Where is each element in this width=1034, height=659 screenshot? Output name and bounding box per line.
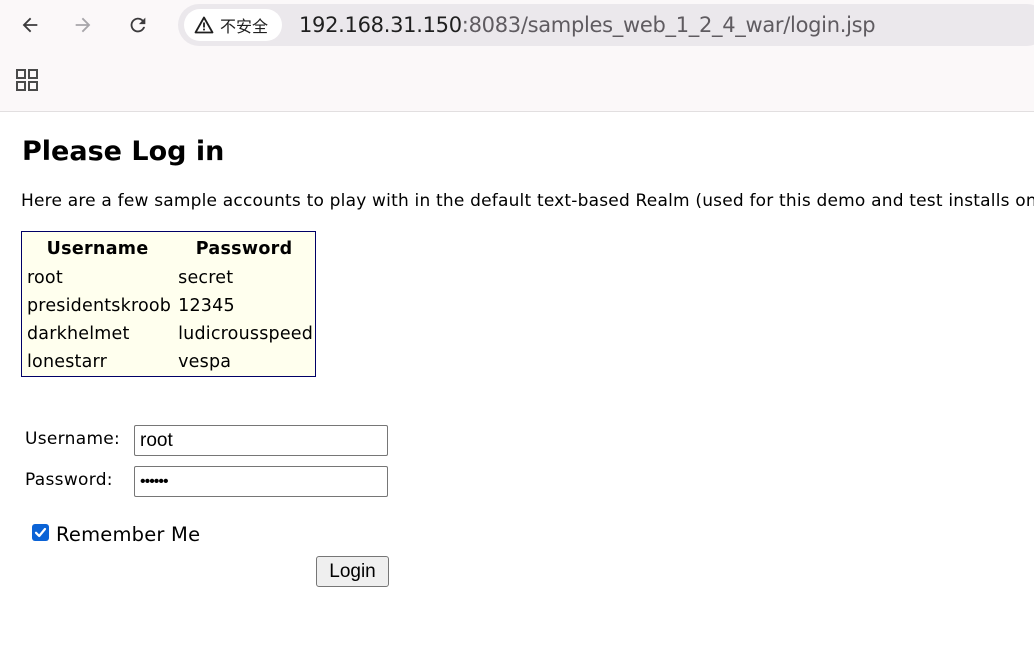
apps-button[interactable] xyxy=(14,67,40,93)
url-host: 192.168.31.150 xyxy=(299,13,462,37)
page-title: Please Log in xyxy=(22,136,225,167)
security-chip[interactable]: 不安全 xyxy=(184,9,282,41)
security-label: 不安全 xyxy=(220,17,269,36)
table-row: root secret xyxy=(22,264,315,292)
back-arrow-icon xyxy=(22,17,38,33)
username-cell: root xyxy=(27,268,63,288)
username-cell: presidentskroob xyxy=(27,296,172,316)
remember-me-checkbox[interactable] xyxy=(32,524,49,541)
reload-icon xyxy=(130,17,146,33)
password-cell: ludicrousspeed xyxy=(178,324,314,344)
sample-accounts-table: Username Password root secret presidents… xyxy=(21,231,316,377)
warning-icon xyxy=(194,16,214,34)
browser-toolbar: 不安全 192.168.31.150:8083/samples_web_1_2_… xyxy=(0,0,1034,112)
username-cell: lonestarr xyxy=(27,352,108,372)
username-label: Username: xyxy=(25,429,121,449)
password-cell: 12345 xyxy=(178,296,235,316)
column-header-password: Password xyxy=(195,239,293,259)
password-cell: vespa xyxy=(178,352,232,372)
table-header-row: Username Password xyxy=(22,232,315,264)
forward-button[interactable] xyxy=(67,9,99,41)
table-row: lonestarr vespa xyxy=(22,348,315,376)
remember-me-label[interactable]: Remember Me xyxy=(56,523,200,546)
url-path: :8083/samples_web_1_2_4_war/login.jsp xyxy=(461,13,876,37)
forward-arrow-icon xyxy=(75,17,91,33)
back-button[interactable] xyxy=(14,9,46,41)
table-row: darkhelmet ludicrousspeed xyxy=(22,320,315,348)
address-bar[interactable]: 不安全 192.168.31.150:8083/samples_web_1_2_… xyxy=(178,4,1034,46)
url-text[interactable]: 192.168.31.150:8083/samples_web_1_2_4_wa… xyxy=(299,13,876,37)
password-cell: secret xyxy=(178,268,234,288)
password-label: Password: xyxy=(25,470,113,490)
username-cell: darkhelmet xyxy=(27,324,130,344)
checkmark-icon xyxy=(34,527,47,538)
password-field[interactable] xyxy=(134,466,388,497)
intro-text: Here are a few sample accounts to play w… xyxy=(21,191,1034,211)
apps-grid-icon xyxy=(16,69,38,91)
table-row: presidentskroob 12345 xyxy=(22,292,315,320)
reload-button[interactable] xyxy=(122,9,154,41)
page-content: Please Log in Here are a few sample acco… xyxy=(0,112,1034,659)
login-button[interactable]: Login xyxy=(316,556,389,587)
username-field[interactable] xyxy=(134,425,388,456)
column-header-username: Username xyxy=(46,239,149,259)
